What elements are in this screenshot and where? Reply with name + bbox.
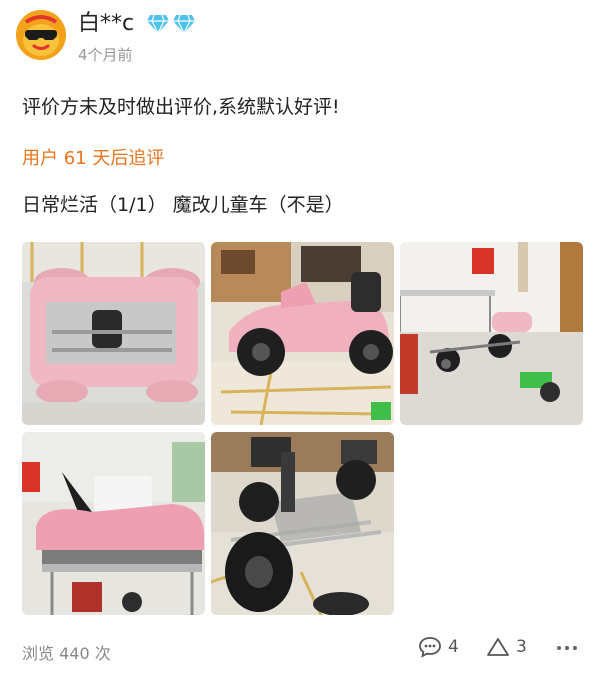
followup-label: 用户 61 天后追评 xyxy=(22,148,165,169)
username[interactable]: 白**c xyxy=(78,10,134,38)
sunglasses-mascot-avatar xyxy=(16,10,66,60)
comment-button[interactable]: 4 xyxy=(418,636,459,658)
auto-review-text: 评价方未及时做出评价,系统默认好评! xyxy=(22,96,340,118)
more-icon xyxy=(557,646,561,650)
photo-4[interactable] xyxy=(22,432,205,615)
photo-3[interactable] xyxy=(400,242,583,425)
comment-icon xyxy=(419,637,441,658)
view-count: 浏览 440 次 xyxy=(22,644,111,663)
diamond-icon xyxy=(147,14,169,34)
photo-1[interactable] xyxy=(22,242,205,425)
followup-text: 日常烂活（1/1） 魔改儿童车（不是） xyxy=(22,194,344,216)
diamond-icon xyxy=(173,14,195,34)
comment-count: 4 xyxy=(448,637,459,657)
photo-2[interactable] xyxy=(211,242,394,425)
triangle-like-icon xyxy=(487,638,509,656)
post-time: 4个月前 xyxy=(78,46,133,64)
post-header: 白**c 4个月前 xyxy=(16,8,588,68)
more-button[interactable] xyxy=(552,634,582,662)
member-badge xyxy=(146,14,196,36)
avatar[interactable] xyxy=(16,10,66,60)
like-count: 3 xyxy=(516,637,527,657)
like-button[interactable]: 3 xyxy=(486,636,527,658)
photo-5[interactable] xyxy=(211,432,394,615)
